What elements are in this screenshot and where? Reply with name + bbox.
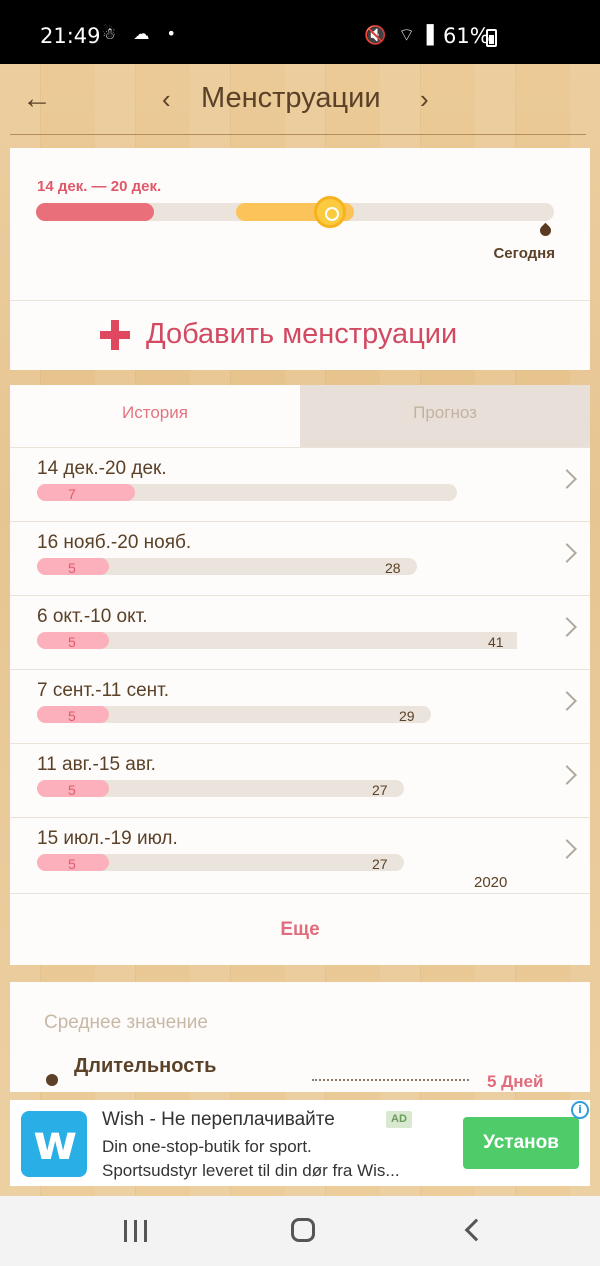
back-arrow-icon[interactable]: ←: [22, 82, 52, 116]
cycle-days: 27: [372, 856, 388, 872]
row-dates: 11 авг.-15 авг.: [37, 754, 156, 775]
duration-value: 5 Дней: [487, 1072, 544, 1091]
cycle-bar: [37, 632, 517, 649]
tab-forecast[interactable]: Прогноз: [300, 385, 590, 447]
cycle-days: 28: [385, 560, 401, 576]
plus-icon: [100, 320, 130, 350]
row-dates: 6 окт.-10 окт.: [37, 606, 148, 627]
header-divider: [10, 134, 586, 135]
nav-back-icon[interactable]: [464, 1218, 488, 1242]
chevron-right-icon: [557, 543, 577, 563]
row-dates: 7 сент.-11 сент.: [37, 680, 170, 701]
status-bar: 21:49 ☃ ☁ • 🔇 ⌔ ▌ 61%: [0, 0, 600, 64]
history-row[interactable]: 6 окт.-10 окт. 5 41: [10, 595, 590, 669]
year-label: 2020: [474, 874, 508, 891]
row-dates: 14 дек.-20 дек.: [37, 458, 167, 479]
system-nav-bar: [0, 1196, 600, 1266]
ad-title: Wish - Не переплачивайте: [102, 1109, 335, 1130]
row-dates: 16 нояб.-20 нояб.: [37, 532, 192, 553]
cycle-days: 41: [488, 634, 504, 650]
chevron-right-icon: [557, 617, 577, 637]
next-chevron-icon[interactable]: ›: [420, 84, 429, 115]
history-row[interactable]: 11 авг.-15 авг. 5 27: [10, 743, 590, 817]
chevron-right-icon: [557, 469, 577, 489]
ad-banner[interactable]: Wish - Не переплачивайте AD Din one-stop…: [10, 1100, 590, 1186]
chevron-right-icon: [557, 839, 577, 859]
install-button[interactable]: Установ: [463, 1117, 579, 1169]
page-title: Менструации: [201, 82, 381, 114]
period-days: 5: [68, 708, 76, 724]
history-row[interactable]: 16 нояб.-20 нояб. 5 28: [10, 521, 590, 595]
home-icon[interactable]: [291, 1218, 315, 1242]
info-icon[interactable]: i: [571, 1101, 589, 1119]
wish-logo-icon: [21, 1111, 87, 1177]
period-bar: [37, 484, 135, 501]
add-period-label: Добавить менструации: [146, 318, 458, 350]
previous-chevron-icon[interactable]: ‹: [162, 84, 171, 115]
row-dates: 15 июл.-19 июл.: [37, 828, 178, 849]
current-cycle-card: 14 дек. — 20 дек. Сегодня Добавить менст…: [10, 148, 590, 370]
app-header: ← ‹ Менструации ›: [0, 64, 600, 136]
period-days: 5: [68, 560, 76, 576]
show-more-button[interactable]: Еще: [10, 893, 590, 965]
tab-history[interactable]: История: [10, 385, 300, 447]
dotted-leader: [312, 1079, 469, 1081]
cycle-days: 27: [372, 782, 388, 798]
recents-icon[interactable]: [124, 1220, 148, 1242]
bullet-dot: [46, 1074, 58, 1086]
ovulation-icon: [314, 196, 346, 228]
ad-badge: AD: [386, 1111, 412, 1128]
period-days: 7: [68, 486, 76, 502]
duration-label: Длительность: [74, 1055, 217, 1077]
drop-icon: [537, 222, 554, 239]
current-period-range: 14 дек. — 20 дек.: [37, 178, 162, 195]
average-heading: Среднее значение: [44, 1012, 208, 1033]
history-row[interactable]: 7 сент.-11 сент. 5 29: [10, 669, 590, 743]
period-segment: [36, 203, 154, 221]
ad-text-line1: Din one-stop-butik for sport.: [102, 1137, 312, 1156]
system-icons: 🔇 ⌔ ▌: [364, 25, 444, 46]
today-label: Сегодня: [493, 245, 555, 262]
status-time: 21:49: [40, 24, 101, 48]
period-days: 5: [68, 634, 76, 650]
history-row[interactable]: 14 дек.-20 дек. 7: [10, 447, 590, 521]
notification-icons: ☃ ☁ •: [102, 24, 182, 43]
history-card: История Прогноз 14 дек.-20 дек. 7 16 ноя…: [10, 385, 590, 965]
battery-icon: [486, 29, 497, 47]
period-days: 5: [68, 782, 76, 798]
cycle-days: 29: [399, 708, 415, 724]
average-card: Среднее значение Длительность 5 Дней: [10, 982, 590, 1092]
period-days: 5: [68, 856, 76, 872]
chevron-right-icon: [557, 691, 577, 711]
chevron-right-icon: [557, 765, 577, 785]
ad-text-line2: Sportsudstyr leveret til din dør fra Wis…: [102, 1161, 400, 1180]
battery-percent: 61%: [443, 24, 490, 48]
